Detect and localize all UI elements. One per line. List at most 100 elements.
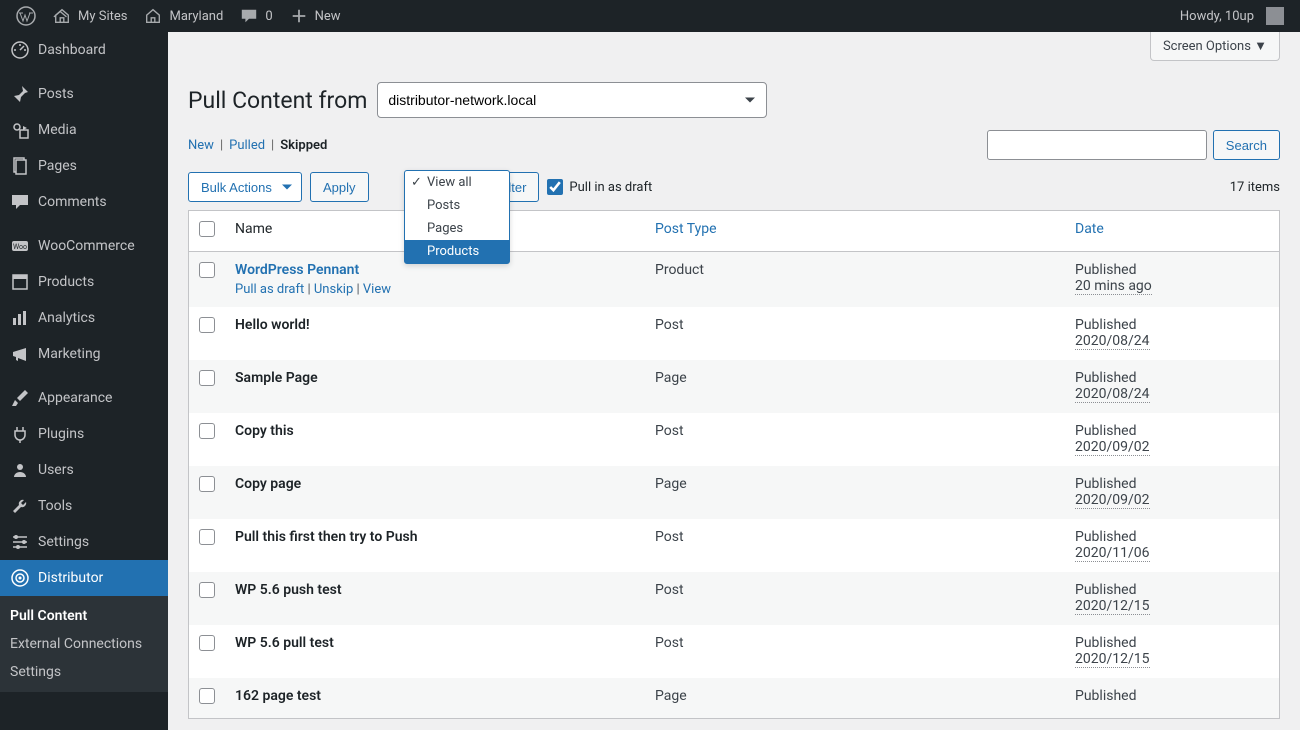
- content-area: Screen Options ▼ Pull Content from distr…: [168, 32, 1300, 730]
- type-option-products[interactable]: Products: [405, 240, 509, 263]
- menu-media[interactable]: Media: [0, 112, 168, 148]
- pull-as-draft-label: Pull in as draft: [569, 180, 652, 195]
- menu-label: Analytics: [38, 310, 95, 326]
- comments-count[interactable]: 0: [231, 0, 280, 32]
- menu-appearance[interactable]: Appearance: [0, 380, 168, 416]
- brush-icon: [10, 388, 30, 408]
- media-icon: [10, 120, 30, 140]
- tab-pulled[interactable]: Pulled: [229, 138, 265, 153]
- menu-label: Tools: [38, 498, 72, 514]
- source-select[interactable]: distributor-network.local: [377, 82, 767, 118]
- action-pull-as-draft[interactable]: Pull as draft: [235, 282, 304, 297]
- pin-icon: [10, 84, 30, 104]
- status-tabs: New | Pulled | Skipped: [188, 138, 327, 153]
- table-row: Hello world!PostPublished2020/08/24: [189, 307, 1280, 360]
- row-date: Published2020/12/15: [1065, 572, 1280, 625]
- row-title[interactable]: Sample Page: [235, 370, 318, 386]
- site-name-label: Maryland: [169, 9, 223, 24]
- menu-label: Marketing: [38, 346, 101, 362]
- menu-users[interactable]: Users: [0, 452, 168, 488]
- col-post-type[interactable]: Post Type: [645, 211, 1065, 252]
- row-post-type: Post: [645, 307, 1065, 360]
- row-checkbox[interactable]: [199, 582, 215, 598]
- tab-skipped[interactable]: Skipped: [280, 138, 327, 153]
- action-unskip[interactable]: Unskip: [314, 282, 353, 297]
- row-title[interactable]: WordPress Pennant: [235, 262, 359, 278]
- menu-posts[interactable]: Posts: [0, 76, 168, 112]
- menu-comments[interactable]: Comments: [0, 184, 168, 220]
- row-post-type: Product: [645, 252, 1065, 308]
- svg-text:Woo: Woo: [13, 243, 27, 251]
- menu-plugins[interactable]: Plugins: [0, 416, 168, 452]
- menu-analytics[interactable]: Analytics: [0, 300, 168, 336]
- apply-button[interactable]: Apply: [310, 172, 369, 202]
- submenu-pull-content[interactable]: Pull Content: [0, 602, 168, 630]
- new-content[interactable]: New: [281, 0, 349, 32]
- table-row: WP 5.6 push testPostPublished2020/12/15: [189, 572, 1280, 625]
- row-checkbox[interactable]: [199, 688, 215, 704]
- row-checkbox[interactable]: [199, 370, 215, 386]
- search-button[interactable]: Search: [1213, 130, 1280, 160]
- search-input[interactable]: [987, 130, 1207, 160]
- table-row: WordPress PennantPull as draft | Unskip …: [189, 252, 1280, 308]
- menu-distributor[interactable]: Distributor: [0, 560, 168, 596]
- menu-products[interactable]: Products: [0, 264, 168, 300]
- menu-woocommerce[interactable]: Woo WooCommerce: [0, 228, 168, 264]
- row-title[interactable]: Copy page: [235, 476, 301, 492]
- my-sites-label: My Sites: [78, 9, 127, 24]
- megaphone-icon: [10, 344, 30, 364]
- comment-icon: [239, 6, 259, 26]
- col-date[interactable]: Date: [1065, 211, 1280, 252]
- howdy-text: Howdy, 10up: [1180, 9, 1254, 24]
- row-post-type: Page: [645, 360, 1065, 413]
- avatar: [1266, 7, 1284, 25]
- row-post-type: Page: [645, 466, 1065, 519]
- pull-as-draft-checkbox[interactable]: [547, 179, 563, 195]
- action-view[interactable]: View: [363, 282, 391, 297]
- type-option-all[interactable]: View all: [405, 171, 509, 194]
- select-all-checkbox[interactable]: [199, 221, 215, 237]
- tab-new[interactable]: New: [188, 138, 214, 153]
- submenu-settings[interactable]: Settings: [0, 658, 168, 686]
- row-title[interactable]: WP 5.6 pull test: [235, 635, 334, 651]
- row-title[interactable]: WP 5.6 push test: [235, 582, 342, 598]
- menu-settings[interactable]: Settings: [0, 524, 168, 560]
- menu-marketing[interactable]: Marketing: [0, 336, 168, 372]
- submenu-external[interactable]: External Connections: [0, 630, 168, 658]
- site-name[interactable]: Maryland: [135, 0, 231, 32]
- network-icon: [52, 6, 72, 26]
- row-title[interactable]: Pull this first then try to Push: [235, 529, 418, 545]
- row-title[interactable]: Copy this: [235, 423, 294, 439]
- post-type-dropdown[interactable]: View all Posts Pages Products: [404, 170, 510, 264]
- products-icon: [10, 272, 30, 292]
- howdy-account[interactable]: Howdy, 10up: [1172, 0, 1292, 32]
- comments-icon: [10, 192, 30, 212]
- type-option-posts[interactable]: Posts: [405, 194, 509, 217]
- row-title[interactable]: Hello world!: [235, 317, 310, 333]
- analytics-icon: [10, 308, 30, 328]
- table-row: Sample PagePagePublished2020/08/24: [189, 360, 1280, 413]
- pages-icon: [10, 156, 30, 176]
- menu-pages[interactable]: Pages: [0, 148, 168, 184]
- bulk-actions-select[interactable]: Bulk Actions: [188, 172, 302, 202]
- row-checkbox[interactable]: [199, 317, 215, 333]
- pull-as-draft-toggle[interactable]: Pull in as draft: [547, 179, 652, 195]
- distributor-icon: [10, 568, 30, 588]
- row-checkbox[interactable]: [199, 635, 215, 651]
- new-label: New: [315, 9, 341, 24]
- my-sites[interactable]: My Sites: [44, 0, 135, 32]
- row-post-type: Post: [645, 625, 1065, 678]
- row-checkbox[interactable]: [199, 262, 215, 278]
- row-checkbox[interactable]: [199, 476, 215, 492]
- row-checkbox[interactable]: [199, 529, 215, 545]
- table-row: Copy pagePagePublished2020/09/02: [189, 466, 1280, 519]
- table-row: Pull this first then try to PushPostPubl…: [189, 519, 1280, 572]
- type-option-pages[interactable]: Pages: [405, 217, 509, 240]
- wp-logo[interactable]: [8, 0, 44, 32]
- dashboard-icon: [10, 40, 30, 60]
- screen-options-toggle[interactable]: Screen Options ▼: [1150, 32, 1280, 61]
- row-checkbox[interactable]: [199, 423, 215, 439]
- row-title[interactable]: 162 page test: [235, 688, 321, 704]
- menu-dashboard[interactable]: Dashboard: [0, 32, 168, 68]
- menu-tools[interactable]: Tools: [0, 488, 168, 524]
